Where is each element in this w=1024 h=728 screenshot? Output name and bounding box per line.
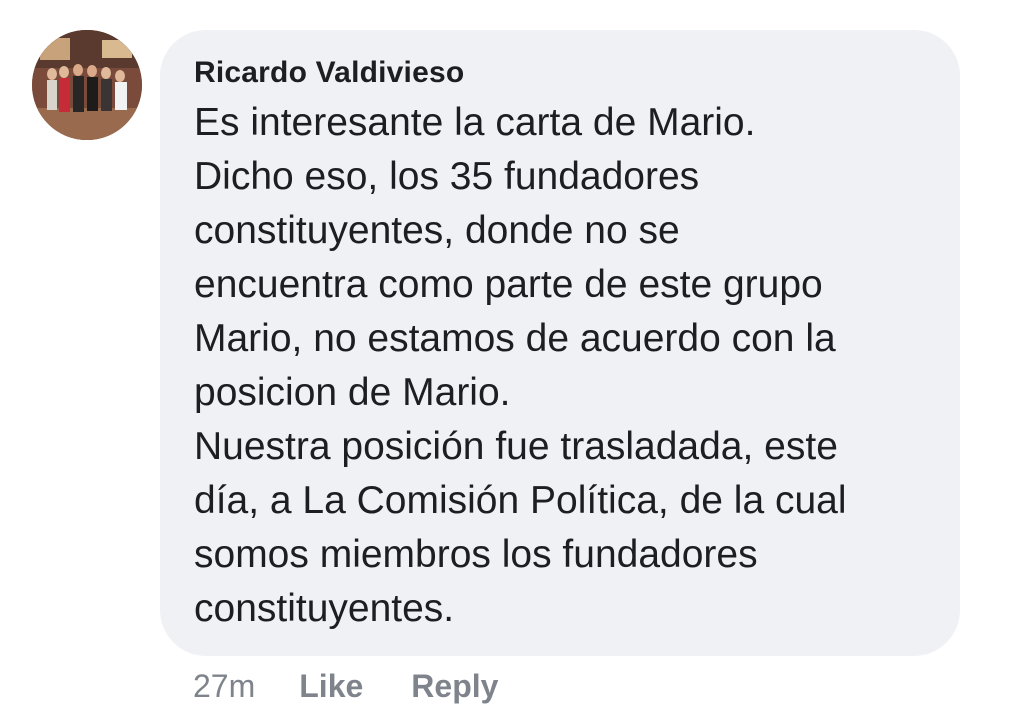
comment-text-line: encuentra como parte de este grupo (194, 263, 823, 306)
comment-text-line: Es interesante la carta de Mario. (194, 101, 756, 144)
profile-photo-icon (32, 30, 142, 140)
reply-button[interactable]: Reply (411, 668, 498, 705)
comment-text-line: Dicho eso, los 35 fundadores (194, 155, 700, 198)
comment-actions: 27m Like Reply (193, 666, 546, 706)
comment-text-line: día, a La Comisión Política, de la cual (194, 479, 847, 522)
timestamp[interactable]: 27m (193, 668, 255, 705)
like-button[interactable]: Like (299, 668, 363, 705)
comment: Ricardo Valdivieso Es interesante la car… (0, 0, 1024, 728)
avatar[interactable] (32, 30, 142, 140)
comment-text-line: Mario, no estamos de acuerdo con la (194, 317, 836, 360)
comment-text-line: posicion de Mario. (194, 371, 511, 414)
author-name[interactable]: Ricardo Valdivieso (194, 56, 960, 90)
comment-text-line: Nuestra posición fue trasladada, este (194, 425, 838, 468)
comment-bubble: Ricardo Valdivieso Es interesante la car… (160, 30, 960, 656)
comment-text-line: constituyentes, donde no se (194, 209, 680, 252)
comment-text-line: somos miembros los fundadores (194, 533, 758, 576)
comment-text-line: constituyentes. (194, 587, 455, 630)
